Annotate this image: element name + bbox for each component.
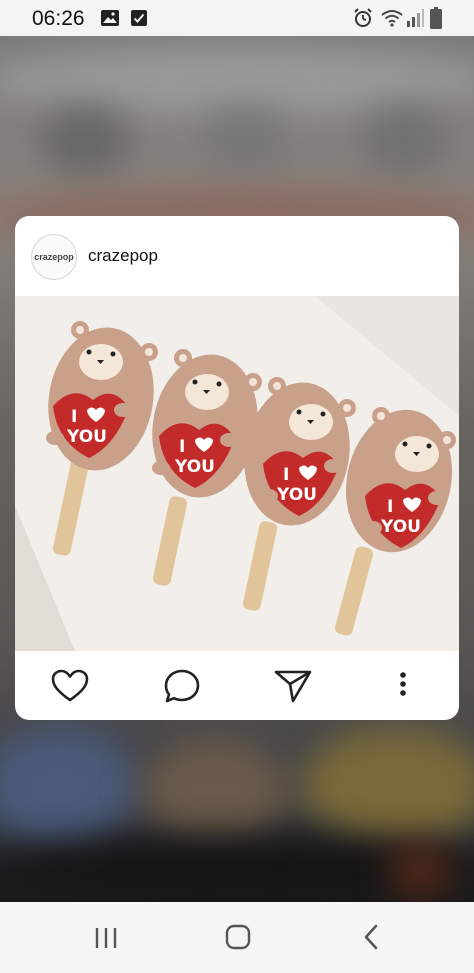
popsicle-4-i: I (387, 497, 393, 517)
popsicle-4-you: YOU (380, 517, 421, 537)
popsicle-1-i: I (71, 407, 77, 427)
back-icon[interactable] (362, 924, 380, 950)
post-image[interactable]: I YOU I YOU I YOU I YOU (15, 296, 459, 651)
popsicle-1-you: YOU (66, 427, 107, 447)
avatar[interactable]: crazepop (31, 234, 77, 280)
wifi-icon (381, 10, 403, 27)
status-bar: 06:26 (0, 0, 474, 36)
post-header: crazepop crazepop (15, 216, 459, 296)
heart-icon[interactable] (51, 669, 89, 703)
popsicle-2-i: I (179, 437, 185, 457)
recent-apps-icon[interactable] (94, 926, 118, 950)
bear-cakesicles-photo: I YOU I YOU I YOU I YOU (15, 296, 459, 651)
popsicle-3-i: I (283, 465, 289, 485)
post-card: crazepop crazepop I YOU I YOU I YOU I YO… (15, 216, 459, 720)
battery-icon (430, 7, 442, 29)
avatar-logo-text: crazepop (34, 252, 74, 262)
status-time: 06:26 (32, 7, 85, 30)
username[interactable]: crazepop (88, 246, 158, 266)
alarm-icon (354, 8, 372, 27)
signal-icon (407, 9, 424, 27)
post-actions (15, 651, 459, 720)
navigation-bar (0, 902, 474, 973)
popsicle-2-you: YOU (174, 457, 215, 477)
checkbox-icon (131, 10, 147, 26)
home-icon[interactable] (225, 924, 251, 950)
more-icon[interactable] (398, 669, 408, 703)
popsicle-3-you: YOU (276, 485, 317, 505)
share-icon[interactable] (274, 669, 312, 703)
image-icon (101, 10, 119, 26)
comment-icon[interactable] (164, 669, 200, 703)
